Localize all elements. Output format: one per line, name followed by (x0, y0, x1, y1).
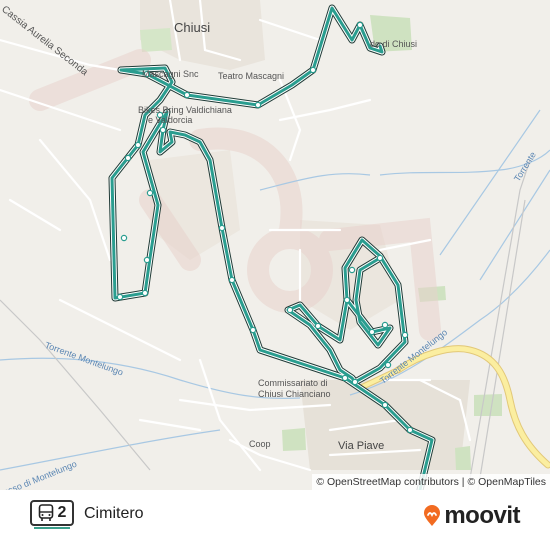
poi-label-valdorcia: e Valdorcia (148, 115, 193, 125)
map[interactable]: Chiusi Cassia Aurelia Seconda Mascagni S… (0, 0, 550, 490)
map-attribution[interactable]: © OpenStreetMap contributors | © OpenMap… (312, 474, 550, 490)
route-number: 2 (57, 504, 67, 521)
moovit-logo-icon (424, 505, 441, 526)
route-badge: 2 (30, 500, 74, 529)
bus-icon (38, 504, 53, 521)
moovit-brand: moovit (423, 502, 520, 530)
poi-label-teatro: Teatro Mascagni (218, 71, 285, 81)
route-name: Cimitero (84, 505, 144, 522)
poi-label-commissariato: Commissariato di (258, 378, 328, 388)
poi-label-bikes: Bikes Bring Valdichiana (138, 105, 232, 115)
poi-label-coop: Coop (249, 439, 271, 449)
poi-label-chiusi-right: do di Chiusi (370, 39, 418, 49)
place-label-chiusi: Chiusi (174, 20, 211, 35)
brand-text: moovit (444, 502, 520, 529)
road-label-via-piave: Via Piave (338, 440, 385, 452)
poi-label-chiusi-chianciano: Chiusi Chianciano (258, 389, 331, 399)
poi-label-mascagni-snc: Mascagni Snc (142, 69, 199, 79)
